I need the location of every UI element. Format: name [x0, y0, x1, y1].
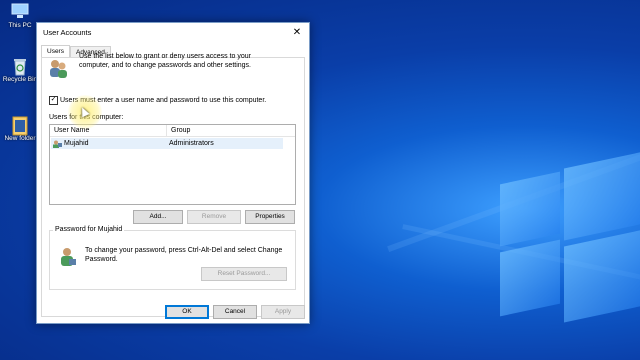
close-icon[interactable]: ✕ [285, 23, 309, 42]
users-list[interactable]: User Name Group Mujahid Administrators [49, 124, 296, 205]
desktop-icon-this-pc[interactable]: This PC [2, 2, 38, 29]
desktop-icon-label: New folder [4, 135, 36, 142]
intro-text: Use the list below to grant or deny user… [79, 53, 251, 69]
cancel-button[interactable]: Cancel [213, 305, 257, 319]
column-header-user-name[interactable]: User Name [50, 125, 167, 136]
desktop-icon-new-folder[interactable]: New folder [2, 115, 38, 142]
properties-button[interactable]: Properties [245, 210, 295, 224]
dialog-title: User Accounts [43, 28, 92, 37]
ok-button[interactable]: OK [165, 305, 209, 319]
desktop-icon-label: Recycle Bin [2, 76, 38, 83]
table-row[interactable]: Mujahid Administrators [51, 138, 283, 149]
apply-button[interactable]: Apply [261, 305, 305, 319]
desktop-icon-label: This PC [8, 22, 32, 29]
users-group-icon [47, 57, 69, 79]
column-header-group[interactable]: Group [167, 125, 190, 136]
folder-icon [10, 115, 30, 136]
password-help-text: To change your password, press Ctrl-Alt-… [85, 247, 283, 263]
recycle-bin-icon [10, 56, 30, 76]
computer-icon [10, 2, 30, 20]
remove-button[interactable]: Remove [187, 210, 241, 224]
title-bar[interactable]: User Accounts ✕ [37, 23, 309, 42]
user-icon [53, 140, 62, 148]
require-login-checkbox[interactable]: ✓ [49, 96, 58, 105]
user-password-icon [59, 247, 77, 267]
user-accounts-dialog: User Accounts ✕ Users Advanced Use the l… [36, 22, 310, 324]
user-group-cell: Administrators [169, 140, 214, 147]
add-button[interactable]: Add... [133, 210, 183, 224]
windows-logo-wallpaper [500, 150, 640, 360]
desktop-icon-recycle-bin[interactable]: Recycle Bin [2, 56, 38, 83]
password-group-title: Password for Mujahid [53, 226, 125, 233]
user-name-cell: Mujahid [64, 140, 89, 147]
reset-password-button[interactable]: Reset Password... [201, 267, 287, 281]
